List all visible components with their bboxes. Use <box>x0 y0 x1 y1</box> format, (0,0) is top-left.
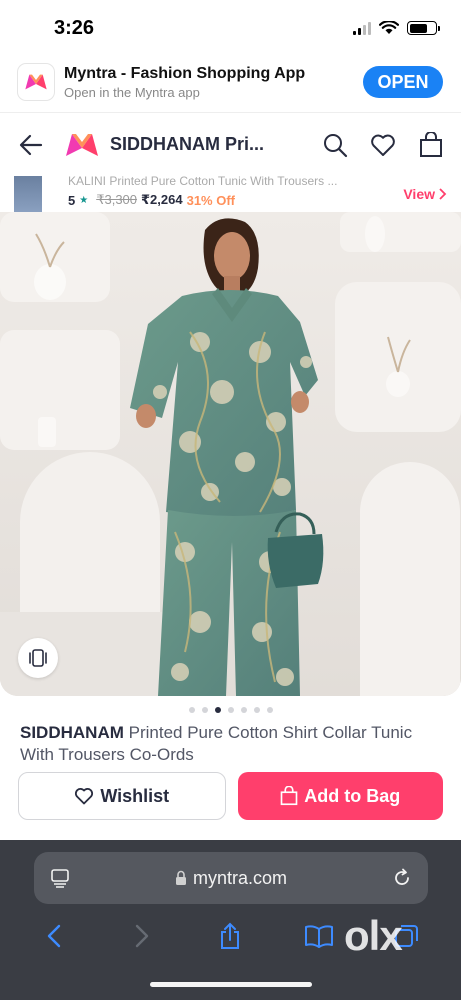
back-chevron-icon[interactable] <box>38 920 70 952</box>
forward-chevron-icon[interactable] <box>126 920 158 952</box>
action-buttons: Wishlist Add to Bag <box>18 772 443 822</box>
bag-icon[interactable] <box>417 131 445 159</box>
carousel-dots <box>0 704 461 716</box>
app-banner-text: Myntra - Fashion Shopping App Open in th… <box>64 65 363 100</box>
carousel-dot[interactable] <box>253 707 260 713</box>
address-bar[interactable]: myntra.com <box>34 852 428 904</box>
app-name: Myntra - Fashion Shopping App <box>64 64 306 82</box>
olx-watermark: olx <box>344 912 403 959</box>
carousel-dot[interactable] <box>227 707 234 713</box>
similar-product-thumbnail <box>14 176 42 212</box>
myntra-app-logo <box>18 64 54 100</box>
carousel-dot[interactable] <box>188 707 195 713</box>
mrp-price: ₹3,300 <box>96 192 138 207</box>
similar-product-title: KALINI Printed Pure Cotton Tunic With Tr… <box>68 176 338 188</box>
wishlist-heart-icon[interactable] <box>369 131 397 159</box>
url-text: myntra.com <box>192 867 288 888</box>
add-to-bag-label: Add to Bag <box>304 785 401 806</box>
page: 3:26 Myntra - Fashion Shopping App Open … <box>0 0 461 1000</box>
signal-icon <box>353 21 371 35</box>
view-similar-button[interactable] <box>18 638 58 678</box>
share-icon[interactable] <box>214 920 246 952</box>
lock-icon <box>175 870 186 885</box>
page-title: SIDDHANAM Pri... <box>110 134 265 154</box>
star-icon: ★ <box>79 194 89 206</box>
header-icons <box>321 131 445 159</box>
selling-price: ₹2,264 <box>141 192 183 207</box>
product-title: SIDDHANAM Printed Pure Cotton Shirt Coll… <box>20 722 450 764</box>
carousel-dot[interactable] <box>240 707 247 713</box>
carousel-dot[interactable] <box>266 707 273 713</box>
add-to-bag-button[interactable]: Add to Bag <box>237 772 443 820</box>
app-banner: Myntra - Fashion Shopping App Open in th… <box>0 56 461 108</box>
status-time: 3:26 <box>54 16 95 39</box>
product-image[interactable] <box>0 212 461 696</box>
page-menu-icon[interactable] <box>50 868 70 888</box>
heart-icon <box>75 788 94 805</box>
product-photo-illustration <box>0 212 461 696</box>
status-bar: 3:26 <box>0 0 461 56</box>
view-label: View <box>403 186 435 202</box>
product-brand: SIDDHANAM <box>20 723 124 742</box>
wishlist-button[interactable]: Wishlist <box>18 772 226 820</box>
back-arrow-icon[interactable] <box>16 130 46 160</box>
view-link[interactable]: View <box>403 186 447 202</box>
bookmarks-icon[interactable] <box>303 920 335 952</box>
product-header: SIDDHANAM Pri... <box>0 112 461 176</box>
open-app-button[interactable]: OPEN <box>363 66 443 98</box>
status-icons <box>353 21 440 35</box>
rating-value: 5 <box>68 192 76 208</box>
reload-icon[interactable] <box>392 868 412 888</box>
chevron-right-icon <box>439 188 447 200</box>
carousel-dot[interactable] <box>201 707 208 713</box>
similar-product-info: KALINI Printed Pure Cotton Tunic With Tr… <box>68 176 403 208</box>
url-display: myntra.com <box>70 868 392 889</box>
app-subtitle: Open in the Myntra app <box>64 84 200 100</box>
similar-items-icon <box>29 649 47 667</box>
similar-product-price-row: 5 ★ ₹3,300 ₹2,264 31% Off <box>68 192 403 208</box>
similar-product-strip[interactable]: KALINI Printed Pure Cotton Tunic With Tr… <box>0 176 461 212</box>
battery-icon <box>407 21 440 35</box>
search-icon[interactable] <box>321 131 349 159</box>
bag-icon <box>280 786 298 806</box>
discount-label: 31% Off <box>186 192 235 208</box>
carousel-dot[interactable] <box>214 707 221 713</box>
wifi-icon <box>379 21 399 34</box>
home-indicator <box>150 982 312 987</box>
wishlist-label: Wishlist <box>100 785 170 806</box>
myntra-logo[interactable] <box>64 130 100 160</box>
